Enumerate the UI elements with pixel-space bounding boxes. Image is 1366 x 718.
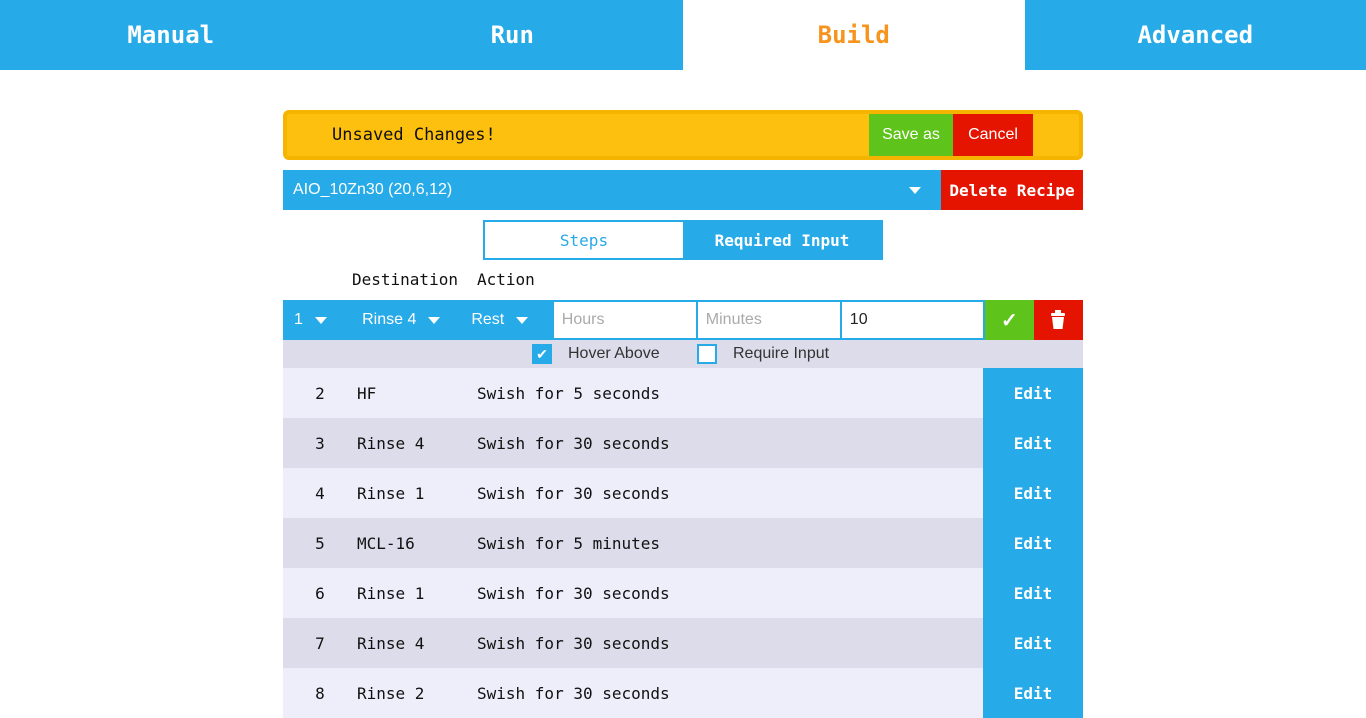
step-row: 6Rinse 1Swish for 30 secondsEdit [283, 568, 1083, 618]
action-select[interactable]: Rest [460, 300, 553, 340]
step-number: 3 [283, 434, 357, 453]
unsaved-banner: Unsaved Changes! Save as Cancel [283, 110, 1083, 160]
confirm-check-icon[interactable]: ✓ [985, 300, 1034, 340]
step-number: 8 [283, 684, 357, 703]
trash-icon[interactable] [1034, 300, 1083, 340]
step-destination: Rinse 1 [357, 484, 477, 503]
toggle-steps[interactable]: Steps [485, 222, 683, 258]
destination-value: Rinse 4 [362, 311, 416, 329]
hover-above-checkbox[interactable]: ✔ [532, 344, 552, 364]
chevron-down-icon [428, 317, 440, 324]
cancel-button[interactable]: Cancel [953, 114, 1033, 156]
step-action: Swish for 5 minutes [477, 534, 983, 553]
step-number-select[interactable]: 1 [283, 300, 342, 340]
chevron-down-icon [909, 187, 921, 194]
step-number: 5 [283, 534, 357, 553]
tab-manual[interactable]: Manual [0, 0, 342, 70]
recipe-name: AIO_10Zn30 (20,6,12) [293, 181, 452, 199]
step-action: Swish for 30 seconds [477, 684, 983, 703]
recipe-bar: AIO_10Zn30 (20,6,12) Delete Recipe [283, 170, 1083, 210]
edit-button[interactable]: Edit [983, 668, 1083, 718]
step-row: 2HFSwish for 5 secondsEdit [283, 368, 1083, 418]
action-value: Rest [471, 311, 504, 329]
step-action: Swish for 30 seconds [477, 634, 983, 653]
require-input-label: Require Input [733, 345, 829, 363]
edit-button[interactable]: Edit [983, 568, 1083, 618]
chevron-down-icon [315, 317, 327, 324]
delete-recipe-button[interactable]: Delete Recipe [941, 170, 1083, 210]
edit-button[interactable]: Edit [983, 468, 1083, 518]
minutes-input[interactable] [698, 302, 840, 338]
step-action: Swish for 30 seconds [477, 434, 983, 453]
step-destination: Rinse 4 [357, 434, 477, 453]
step-number: 1 [294, 311, 303, 329]
step-row: 5MCL-16Swish for 5 minutesEdit [283, 518, 1083, 568]
step-destination: Rinse 2 [357, 684, 477, 703]
chevron-down-icon [516, 317, 528, 324]
step-row: 7Rinse 4Swish for 30 secondsEdit [283, 618, 1083, 668]
step-number: 2 [283, 384, 357, 403]
edit-button[interactable]: Edit [983, 518, 1083, 568]
header-destination: Destination [352, 270, 458, 289]
edit-button[interactable]: Edit [983, 618, 1083, 668]
hours-input[interactable] [554, 302, 696, 338]
recipe-select[interactable]: AIO_10Zn30 (20,6,12) [283, 170, 941, 210]
header-action: Action [477, 270, 535, 289]
step-options: ✔ Hover Above Require Input [283, 340, 1083, 368]
step-action: Swish for 30 seconds [477, 584, 983, 603]
edit-button[interactable]: Edit [983, 418, 1083, 468]
tab-run[interactable]: Run [342, 0, 684, 70]
tab-build[interactable]: Build [683, 0, 1025, 70]
toggle-required-input[interactable]: Required Input [683, 222, 881, 258]
step-action: Swish for 30 seconds [477, 484, 983, 503]
edit-button[interactable]: Edit [983, 368, 1083, 418]
hover-above-label: Hover Above [568, 345, 660, 363]
view-toggle: Steps Required Input [483, 220, 883, 260]
save-as-button[interactable]: Save as [869, 114, 953, 156]
unsaved-message: Unsaved Changes! [287, 114, 869, 156]
require-input-checkbox[interactable] [697, 344, 717, 364]
destination-select[interactable]: Rinse 4 [342, 300, 460, 340]
step-row: 8Rinse 2Swish for 30 secondsEdit [283, 668, 1083, 718]
step-destination: MCL-16 [357, 534, 477, 553]
step-row: 3Rinse 4Swish for 30 secondsEdit [283, 418, 1083, 468]
seconds-input[interactable] [842, 302, 983, 338]
step-destination: Rinse 1 [357, 584, 477, 603]
main-tabs: Manual Run Build Advanced [0, 0, 1366, 70]
tab-advanced[interactable]: Advanced [1025, 0, 1366, 70]
step-number: 4 [283, 484, 357, 503]
step-number: 6 [283, 584, 357, 603]
step-number: 7 [283, 634, 357, 653]
step-destination: Rinse 4 [357, 634, 477, 653]
step-row: 4Rinse 1Swish for 30 secondsEdit [283, 468, 1083, 518]
step-destination: HF [357, 384, 477, 403]
step-action: Swish for 5 seconds [477, 384, 983, 403]
edit-step-row: 1 Rinse 4 Rest ✓ [283, 300, 1083, 340]
